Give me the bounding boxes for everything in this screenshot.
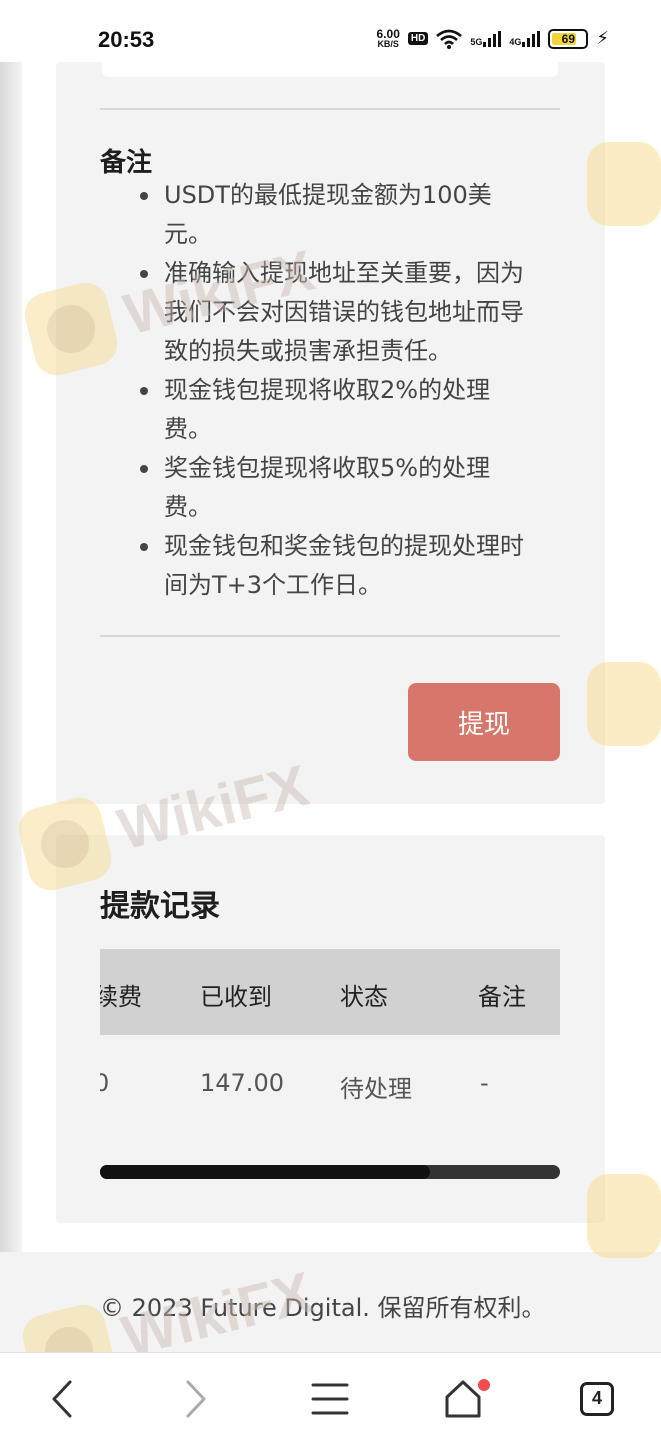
records-card: 提款记录 手续费 已收到 状态 备注 0 147.00 待处理 - [56,835,605,1223]
cell-remark: - [480,1069,489,1097]
tabs-button[interactable]: 4 [547,1353,647,1443]
forward-button[interactable] [146,1353,246,1443]
browser-bottom-nav: 4 [0,1352,661,1443]
note-item: 奖金钱包提现将收取5%的处理费。 [138,449,534,527]
status-bar: 20:53 6.00 KB/S HD 5G 4G 69 ⚡ [0,0,661,62]
battery-icon: 69 [548,28,589,49]
note-item: 准确输入提现地址至关重要，因为我们不会对因错误的钱包地址而导致的损失或损害承担责… [138,254,534,371]
column-header-fee: 手续费 [100,983,142,1011]
scrollbar-thumb[interactable] [100,1165,430,1179]
drawer-shadow [0,62,22,1252]
battery-level: 69 [561,31,576,46]
charging-icon: ⚡ [596,28,609,49]
network-speed-unit: KB/S [377,39,399,49]
copyright-text: © 2023 Future Digital. 保留所有权利。 [100,1294,546,1322]
notes-title: 备注 [100,148,153,178]
watermark-logo-icon [587,1174,661,1258]
column-header-received: 已收到 [200,983,272,1011]
divider [100,108,560,110]
form-field-bottom [102,62,558,77]
status-time: 20:53 [98,27,155,52]
withdraw-button[interactable]: 提现 [408,683,560,761]
note-item: 现金钱包提现将收取2%的处理费。 [138,371,534,449]
cell-status: 待处理 [340,1075,412,1103]
signal-5g-icon: 5G [470,30,502,47]
back-button[interactable] [12,1353,112,1443]
page-content: 备注 USDT的最低提现金额为100美元。 准确输入提现地址至关重要，因为我们不… [0,62,661,1402]
cell-fee: 0 [100,1069,110,1097]
signal-4g-label: 4G [509,36,522,47]
home-icon [445,1380,481,1417]
cell-received: 147.00 [200,1069,284,1097]
menu-icon [311,1383,349,1414]
watermark-logo-icon [587,662,661,746]
signal-5g-label: 5G [470,36,483,47]
network-speed: 6.00 KB/S [377,28,400,49]
watermark-logo-icon [587,142,661,226]
notification-dot [478,1379,490,1391]
divider [100,635,560,637]
note-item: USDT的最低提现金额为100美元。 [138,176,534,254]
home-button[interactable] [413,1353,513,1443]
notes-list: USDT的最低提现金额为100美元。 准确输入提现地址至关重要，因为我们不会对因… [140,176,534,605]
menu-button[interactable] [280,1353,380,1443]
tabs-icon: 4 [580,1381,614,1416]
wifi-icon [436,29,463,49]
column-header-remark: 备注 [478,983,526,1011]
records-title: 提款记录 [100,889,220,924]
column-header-status: 状态 [340,983,388,1011]
signal-4g-icon: 4G [509,30,541,47]
records-table[interactable]: 手续费 已收到 状态 备注 0 147.00 待处理 - [100,949,560,1119]
hd-icon: HD [407,32,429,45]
status-icons: 6.00 KB/S HD 5G 4G 69 ⚡ [377,28,609,49]
note-item: 现金钱包和奖金钱包的提现处理时间为T+3个工作日。 [138,527,534,605]
back-icon [52,1380,72,1417]
withdraw-card: 备注 USDT的最低提现金额为100美元。 准确输入提现地址至关重要，因为我们不… [56,62,605,804]
table-scrollbar[interactable] [100,1165,560,1179]
forward-icon [186,1380,206,1417]
